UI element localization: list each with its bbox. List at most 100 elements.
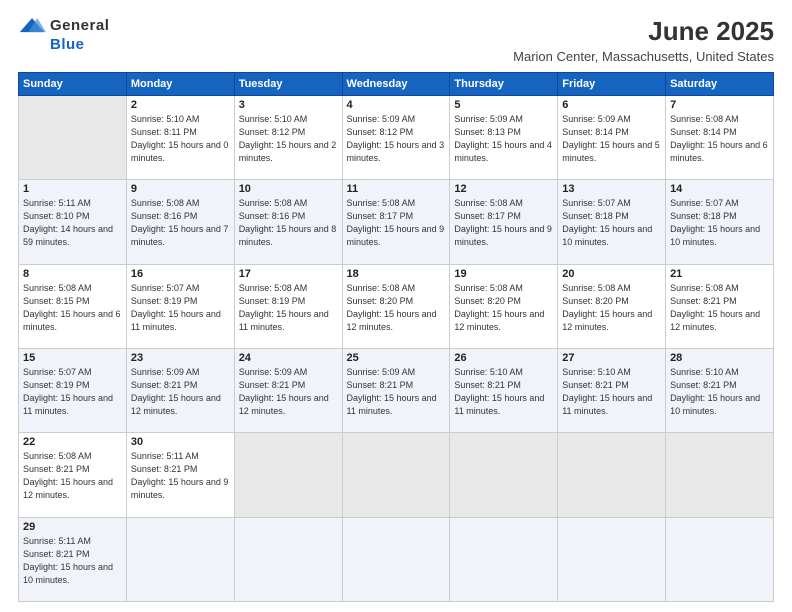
calendar-cell: 3Sunrise: 5:10 AMSunset: 8:12 PMDaylight… <box>234 96 342 180</box>
calendar-cell: 21 Sunrise: 5:08 AMSunset: 8:21 PMDayligh… <box>666 264 774 348</box>
day-number: 8 <box>23 268 122 280</box>
week-row-2: 8 Sunrise: 5:08 AMSunset: 8:15 PMDaylight… <box>19 264 774 348</box>
day-number: 22 <box>23 436 122 448</box>
day-info: Sunrise: 5:08 AMSunset: 8:19 PMDaylight:… <box>239 282 338 334</box>
day-number: 10 <box>239 183 338 195</box>
day-info: Sunrise: 5:08 AMSunset: 8:16 PMDaylight:… <box>239 197 338 249</box>
calendar-cell: 23 Sunrise: 5:09 AMSunset: 8:21 PMDayligh… <box>126 348 234 432</box>
day-info: Sunrise: 5:10 AMSunset: 8:21 PMDaylight:… <box>670 366 769 418</box>
day-number: 2 <box>131 99 230 111</box>
calendar-cell <box>558 517 666 601</box>
day-number: 16 <box>131 268 230 280</box>
month-year: June 2025 <box>513 16 774 47</box>
weekday-wednesday: Wednesday <box>342 73 450 96</box>
calendar-cell <box>666 517 774 601</box>
location: Marion Center, Massachusetts, United Sta… <box>513 49 774 64</box>
day-number: 20 <box>562 268 661 280</box>
day-number: 17 <box>239 268 338 280</box>
day-number: 25 <box>347 352 446 364</box>
page: General Blue June 2025 Marion Center, Ma… <box>0 0 792 612</box>
calendar-cell: 16Sunrise: 5:07 AMSunset: 8:19 PMDayligh… <box>126 264 234 348</box>
calendar-cell <box>234 433 342 517</box>
day-number: 23 <box>131 352 230 364</box>
calendar-cell <box>666 433 774 517</box>
day-info: Sunrise: 5:09 AMSunset: 8:14 PMDaylight:… <box>562 113 661 165</box>
day-info: Sunrise: 5:10 AMSunset: 8:11 PMDaylight:… <box>131 113 230 165</box>
header: General Blue June 2025 Marion Center, Ma… <box>18 16 774 64</box>
weekday-thursday: Thursday <box>450 73 558 96</box>
calendar-cell: 4Sunrise: 5:09 AMSunset: 8:12 PMDaylight… <box>342 96 450 180</box>
day-number: 26 <box>454 352 553 364</box>
calendar-cell: 20 Sunrise: 5:08 AMSunset: 8:20 PMDayligh… <box>558 264 666 348</box>
calendar-cell <box>126 517 234 601</box>
calendar-cell <box>342 433 450 517</box>
calendar-cell: 2 Sunrise: 5:10 AMSunset: 8:11 PMDaylight… <box>126 96 234 180</box>
calendar-cell: 22 Sunrise: 5:08 AMSunset: 8:21 PMDayligh… <box>19 433 127 517</box>
calendar-cell: 14Sunrise: 5:07 AMSunset: 8:18 PMDayligh… <box>666 180 774 264</box>
day-number: 30 <box>131 436 230 448</box>
day-number: 4 <box>347 99 446 111</box>
calendar-cell: 5 Sunrise: 5:09 AMSunset: 8:13 PMDaylight… <box>450 96 558 180</box>
calendar-cell: 10 Sunrise: 5:08 AMSunset: 8:16 PMDayligh… <box>234 180 342 264</box>
calendar-cell: 19Sunrise: 5:08 AMSunset: 8:20 PMDayligh… <box>450 264 558 348</box>
day-info: Sunrise: 5:08 AMSunset: 8:14 PMDaylight:… <box>670 113 769 165</box>
week-row-5: 29 Sunrise: 5:11 AMSunset: 8:21 PMDayligh… <box>19 517 774 601</box>
day-number: 11 <box>347 183 446 195</box>
calendar-cell: 13Sunrise: 5:07 AMSunset: 8:18 PMDayligh… <box>558 180 666 264</box>
calendar-cell: 6 Sunrise: 5:09 AMSunset: 8:14 PMDaylight… <box>558 96 666 180</box>
day-info: Sunrise: 5:07 AMSunset: 8:19 PMDaylight:… <box>23 366 122 418</box>
day-info: Sunrise: 5:09 AMSunset: 8:21 PMDaylight:… <box>131 366 230 418</box>
day-info: Sunrise: 5:10 AMSunset: 8:21 PMDaylight:… <box>562 366 661 418</box>
day-number: 24 <box>239 352 338 364</box>
calendar-cell: 1 Sunrise: 5:11 AMSunset: 8:10 PMDaylight… <box>19 180 127 264</box>
day-number: 5 <box>454 99 553 111</box>
day-info: Sunrise: 5:11 AMSunset: 8:10 PMDaylight:… <box>23 197 122 249</box>
day-info: Sunrise: 5:08 AMSunset: 8:16 PMDaylight:… <box>131 197 230 249</box>
day-info: Sunrise: 5:08 AMSunset: 8:17 PMDaylight:… <box>347 197 446 249</box>
calendar-cell <box>19 96 127 180</box>
calendar-cell: 17 Sunrise: 5:08 AMSunset: 8:19 PMDayligh… <box>234 264 342 348</box>
weekday-saturday: Saturday <box>666 73 774 96</box>
calendar-cell: 18 Sunrise: 5:08 AMSunset: 8:20 PMDayligh… <box>342 264 450 348</box>
week-row-0: 2 Sunrise: 5:10 AMSunset: 8:11 PMDaylight… <box>19 96 774 180</box>
day-number: 27 <box>562 352 661 364</box>
weekday-friday: Friday <box>558 73 666 96</box>
day-info: Sunrise: 5:10 AMSunset: 8:12 PMDaylight:… <box>239 113 338 165</box>
day-number: 1 <box>23 183 122 195</box>
logo: General Blue <box>18 16 109 53</box>
day-info: Sunrise: 5:09 AMSunset: 8:21 PMDaylight:… <box>347 366 446 418</box>
logo-icon <box>18 16 46 36</box>
day-info: Sunrise: 5:08 AMSunset: 8:15 PMDaylight:… <box>23 282 122 334</box>
day-info: Sunrise: 5:08 AMSunset: 8:20 PMDaylight:… <box>454 282 553 334</box>
title-section: June 2025 Marion Center, Massachusetts, … <box>513 16 774 64</box>
day-number: 6 <box>562 99 661 111</box>
day-info: Sunrise: 5:09 AMSunset: 8:13 PMDaylight:… <box>454 113 553 165</box>
calendar-cell: 29 Sunrise: 5:11 AMSunset: 8:21 PMDayligh… <box>19 517 127 601</box>
day-info: Sunrise: 5:08 AMSunset: 8:20 PMDaylight:… <box>347 282 446 334</box>
week-row-4: 22 Sunrise: 5:08 AMSunset: 8:21 PMDayligh… <box>19 433 774 517</box>
day-number: 13 <box>562 183 661 195</box>
day-info: Sunrise: 5:11 AMSunset: 8:21 PMDaylight:… <box>23 535 122 587</box>
day-info: Sunrise: 5:08 AMSunset: 8:21 PMDaylight:… <box>23 450 122 502</box>
weekday-header-row: SundayMondayTuesdayWednesdayThursdayFrid… <box>19 73 774 96</box>
calendar-cell: 24Sunrise: 5:09 AMSunset: 8:21 PMDayligh… <box>234 348 342 432</box>
calendar-cell: 11 Sunrise: 5:08 AMSunset: 8:17 PMDayligh… <box>342 180 450 264</box>
calendar-cell: 15Sunrise: 5:07 AMSunset: 8:19 PMDayligh… <box>19 348 127 432</box>
day-number: 9 <box>131 183 230 195</box>
calendar-cell <box>450 517 558 601</box>
day-info: Sunrise: 5:08 AMSunset: 8:21 PMDaylight:… <box>670 282 769 334</box>
day-info: Sunrise: 5:08 AMSunset: 8:20 PMDaylight:… <box>562 282 661 334</box>
day-info: Sunrise: 5:10 AMSunset: 8:21 PMDaylight:… <box>454 366 553 418</box>
logo-blue-text: Blue <box>50 36 85 53</box>
day-number: 18 <box>347 268 446 280</box>
day-number: 14 <box>670 183 769 195</box>
week-row-1: 1 Sunrise: 5:11 AMSunset: 8:10 PMDaylight… <box>19 180 774 264</box>
day-number: 12 <box>454 183 553 195</box>
calendar-cell: 7Sunrise: 5:08 AMSunset: 8:14 PMDaylight… <box>666 96 774 180</box>
calendar-cell <box>234 517 342 601</box>
day-number: 21 <box>670 268 769 280</box>
day-number: 29 <box>23 521 122 533</box>
calendar-cell: 27 Sunrise: 5:10 AMSunset: 8:21 PMDayligh… <box>558 348 666 432</box>
weekday-monday: Monday <box>126 73 234 96</box>
day-number: 28 <box>670 352 769 364</box>
